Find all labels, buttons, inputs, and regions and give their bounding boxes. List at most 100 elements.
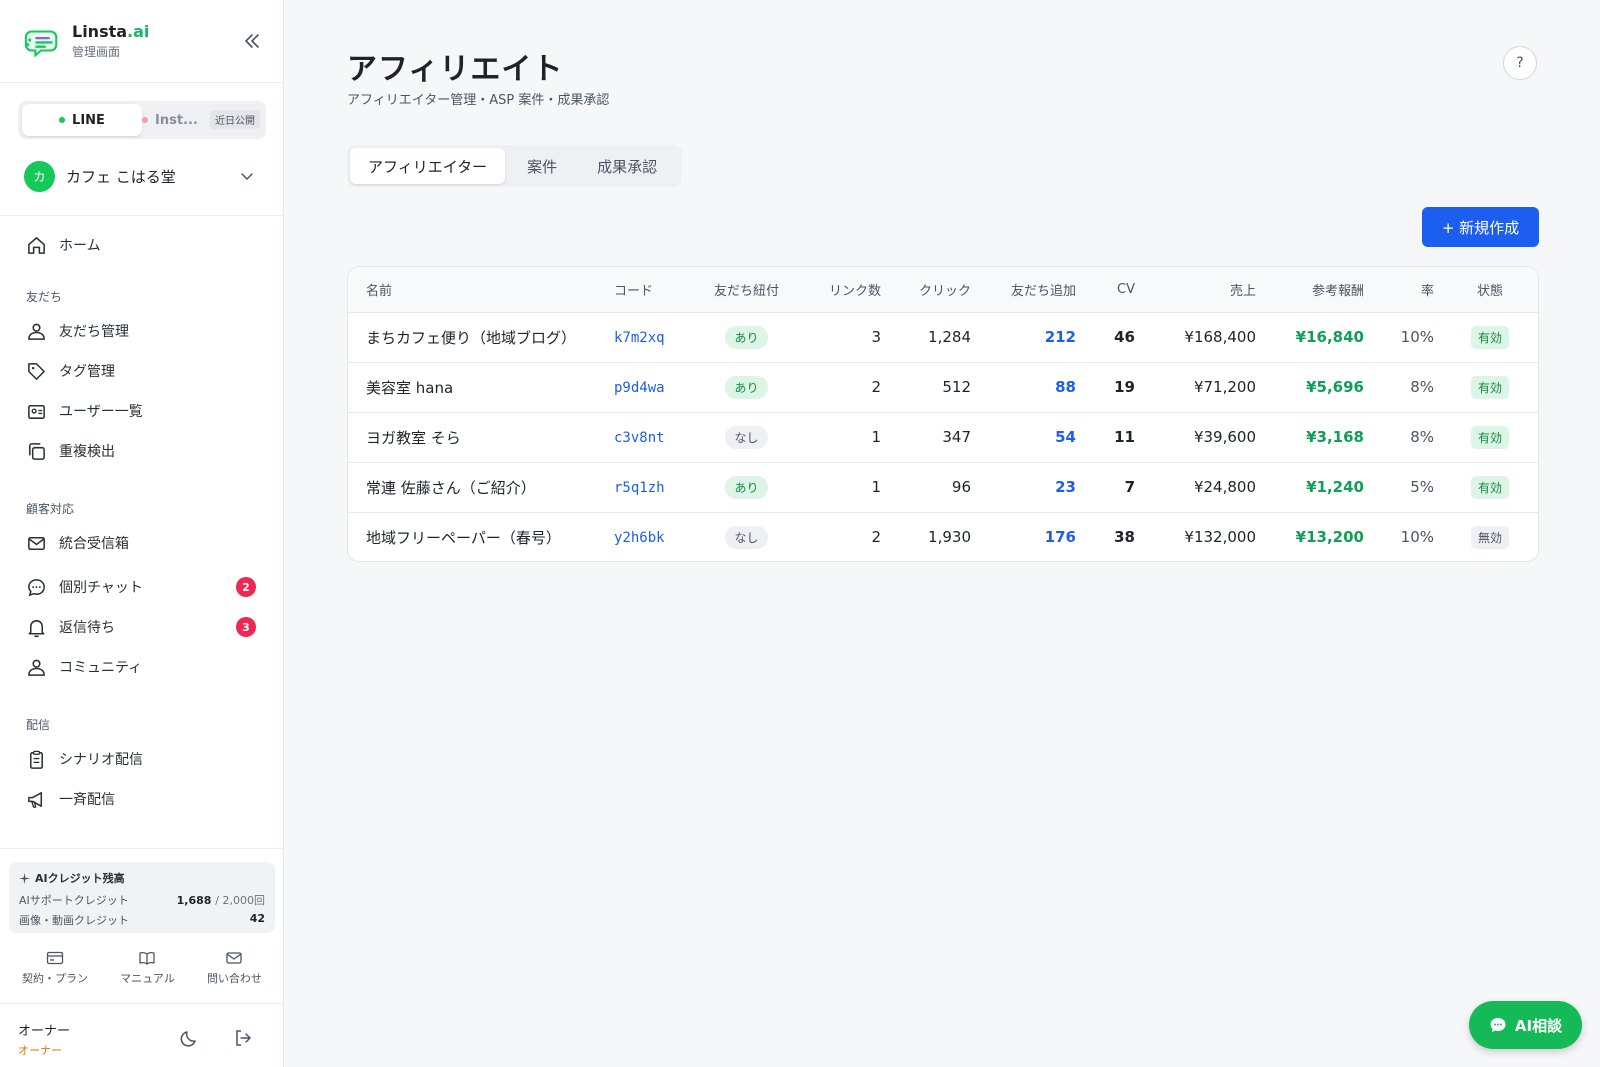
table-row[interactable]: ヨガ教室 そら c3v8nt なし 1 347 54 11 ¥39,600 ¥3… — [348, 412, 1538, 462]
col-status[interactable]: 状態 — [1442, 267, 1538, 313]
row-code-link[interactable]: p9d4wa — [614, 380, 665, 396]
row-rate: 8% — [1410, 428, 1434, 446]
channel-line-label: LINE — [72, 112, 105, 128]
sidebar-item-broadcast[interactable]: 一斉配信 — [0, 779, 284, 819]
sidebar-item-tag-management[interactable]: タグ管理 — [0, 351, 284, 391]
book-icon — [139, 952, 156, 965]
manual-link[interactable]: マニュアル — [120, 950, 175, 986]
create-new-button[interactable]: + 新規作成 — [1422, 207, 1539, 247]
chat-bubble-icon — [1490, 1018, 1506, 1032]
sidebar-item-friend-management[interactable]: 友だち管理 — [0, 311, 284, 351]
ai-credit-title: AIクレジット残高 — [19, 870, 265, 886]
clipboard-icon — [30, 750, 43, 769]
row-cv: 38 — [1114, 528, 1135, 547]
col-friend-adds[interactable]: 友だち追加 — [979, 267, 1084, 313]
waiting-count-badge: 3 — [236, 617, 256, 637]
channel-instagram-button[interactable]: Inst... — [142, 104, 198, 136]
linked-badge: なし — [725, 525, 768, 549]
sidebar-item-label: 返信待ち — [59, 620, 115, 636]
contact-link-label: 問い合わせ — [206, 972, 262, 985]
brand-header: Linsta.ai 管理画面 — [0, 0, 283, 83]
credit-card-icon — [46, 951, 64, 965]
row-code-link[interactable]: c3v8nt — [614, 430, 665, 446]
row-clicks: 1,284 — [928, 328, 971, 346]
row-rate: 10% — [1400, 328, 1434, 346]
row-rate: 10% — [1400, 528, 1434, 547]
linsta-logo-icon — [24, 30, 58, 58]
row-sales: ¥168,400 — [1184, 328, 1256, 346]
col-cv[interactable]: CV — [1084, 267, 1143, 313]
chat-bubble-icon — [28, 578, 45, 596]
page-title: アフィリエイト — [347, 52, 564, 87]
row-sales: ¥24,800 — [1193, 478, 1256, 496]
sidebar-item-scenario[interactable]: シナリオ配信 — [0, 739, 284, 779]
col-rate[interactable]: 率 — [1372, 267, 1442, 313]
col-friend-linked[interactable]: 友だち紐付 — [699, 267, 794, 313]
brand-name: Linsta.ai — [72, 22, 150, 41]
channel-instagram-label: Inst... — [155, 112, 198, 128]
col-link-count[interactable]: リンク数 — [794, 267, 889, 313]
col-code[interactable]: コード — [606, 267, 699, 313]
line-dot-icon — [59, 117, 66, 123]
table-row[interactable]: 常連 佐藤さん（ご紹介） r5q1zh あり 1 96 23 7 ¥24,800… — [348, 462, 1538, 512]
sidebar-item-chat[interactable]: 個別チャット 2 — [0, 567, 284, 607]
tab-campaigns[interactable]: 案件 — [509, 148, 575, 184]
row-link-count: 3 — [871, 328, 881, 346]
contact-link[interactable]: 問い合わせ — [207, 950, 262, 986]
row-link-count: 2 — [871, 528, 881, 547]
col-name[interactable]: 名前 — [348, 267, 606, 313]
row-sales: ¥71,200 — [1193, 378, 1256, 396]
sidebar-item-home[interactable]: ホーム — [0, 225, 284, 265]
sparkle-icon — [19, 872, 30, 884]
row-clicks: 347 — [942, 428, 971, 446]
sidebar-item-duplicate-detection[interactable]: 重複検出 — [0, 431, 284, 471]
collapse-sidebar-icon[interactable] — [241, 30, 263, 52]
col-reward[interactable]: 参考報酬 — [1264, 267, 1372, 313]
row-clicks: 96 — [951, 478, 971, 496]
logout-icon[interactable] — [233, 1028, 253, 1048]
row-friend-adds: 212 — [1044, 328, 1076, 346]
status-badge: 有効 — [1470, 325, 1509, 349]
row-sales: ¥39,600 — [1193, 428, 1256, 446]
col-sales[interactable]: 売上 — [1143, 267, 1264, 313]
sidebar-divider — [0, 215, 284, 216]
sidebar-divider — [0, 848, 284, 849]
sidebar-item-community[interactable]: コミュニティ — [0, 647, 284, 687]
row-cv: 7 — [1124, 478, 1135, 496]
nav-section-support: 顧客対応 — [26, 502, 75, 516]
copy-icon — [29, 442, 45, 460]
users-icon — [28, 323, 45, 340]
moon-icon[interactable] — [180, 1028, 200, 1048]
help-button[interactable]: ? — [1503, 46, 1537, 80]
plan-link[interactable]: 契約・プラン — [22, 950, 88, 986]
sidebar-item-inbox[interactable]: 統合受信箱 — [0, 523, 284, 563]
ai-consult-button[interactable]: AI相談 — [1469, 1001, 1582, 1049]
row-reward: ¥16,840 — [1295, 328, 1364, 346]
row-code-link[interactable]: r5q1zh — [614, 480, 665, 496]
row-name: 地域フリーペーパー（春号） — [366, 528, 561, 547]
ai-credit-title-text: AIクレジット残高 — [35, 872, 125, 885]
sidebar-item-user-list[interactable]: ユーザー一覧 — [0, 391, 284, 431]
support-credit-row: AIサポートクレジット 1,688 / 2,000回 — [19, 892, 265, 908]
sidebar-item-label: タグ管理 — [59, 364, 115, 380]
row-code-link[interactable]: y2h6bk — [614, 530, 665, 546]
sidebar-item-awaiting-reply[interactable]: 返信待ち 3 — [0, 607, 284, 647]
main-content: アフィリエイト アフィリエイター管理・ASP 案件・成果承認 ? アフィリエイタ… — [285, 0, 1600, 1067]
tab-affiliators[interactable]: アフィリエイター — [350, 148, 506, 184]
table-row[interactable]: まちカフェ便り（地域ブログ） k7m2xq あり 3 1,284 212 46 … — [348, 312, 1538, 362]
chevron-down-icon — [241, 173, 253, 181]
sidebar-item-label: ホーム — [59, 238, 101, 254]
row-friend-adds: 54 — [1055, 428, 1076, 446]
brand-subtitle: 管理画面 — [72, 45, 121, 59]
sidebar-item-label: シナリオ配信 — [59, 752, 143, 768]
channel-line-button[interactable]: LINE — [22, 104, 142, 136]
user-name: オーナー — [18, 1024, 71, 1039]
row-code-link[interactable]: k7m2xq — [614, 330, 665, 346]
table-row[interactable]: 美容室 hana p9d4wa あり 2 512 88 19 ¥71,200 ¥… — [348, 362, 1538, 412]
row-friend-adds: 23 — [1055, 478, 1076, 496]
table-row[interactable]: 地域フリーペーパー（春号） y2h6bk なし 2 1,930 176 38 ¥… — [348, 512, 1538, 561]
media-credit-label: 画像・動画クレジット — [19, 914, 129, 927]
account-selector[interactable]: カ カフェ こはる堂 — [24, 160, 260, 192]
col-clicks[interactable]: クリック — [889, 267, 979, 313]
tab-conversion-approval[interactable]: 成果承認 — [579, 148, 675, 184]
